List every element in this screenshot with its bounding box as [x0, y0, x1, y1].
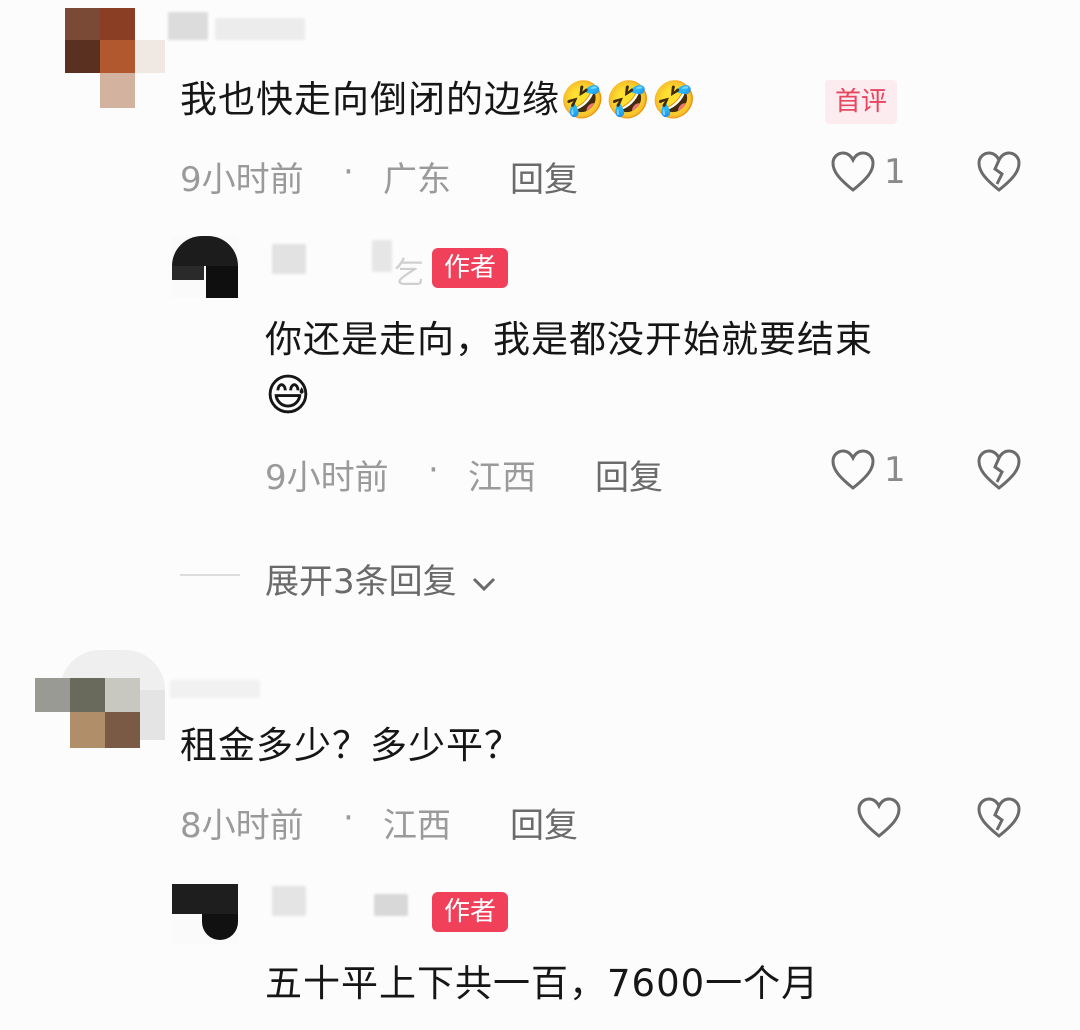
username-fragment[interactable]: 乞 [394, 248, 424, 292]
comment-text: 租金多少？多少平？ [180, 724, 522, 767]
author-avatar[interactable] [172, 236, 238, 298]
author-badge: 作者 [432, 892, 509, 932]
sweat-smile-emoji: 😅 [265, 370, 311, 421]
broken-heart-icon[interactable] [976, 796, 1022, 840]
reply-button[interactable]: 回复 [510, 152, 578, 201]
username-blurred[interactable] [374, 894, 408, 916]
reply-text: 五十平上下共一百，7600一个月 [265, 962, 820, 1005]
like-count: 1 [884, 152, 906, 192]
expand-divider [180, 574, 240, 576]
reply-location: 江西 [468, 458, 536, 498]
comment-time: 9小时前 [180, 160, 304, 200]
chevron-down-icon [473, 577, 496, 591]
heart-outline-icon[interactable] [856, 796, 902, 840]
broken-heart-icon[interactable] [976, 448, 1022, 492]
reply-button[interactable]: 回复 [595, 450, 663, 499]
separator-dot: · [343, 798, 354, 838]
laughing-crying-emoji: 🤣🤣🤣 [560, 80, 698, 121]
author-avatar[interactable] [172, 884, 238, 944]
heart-outline-icon[interactable] [830, 150, 876, 194]
broken-heart-icon[interactable] [976, 150, 1022, 194]
heart-outline-icon[interactable] [830, 448, 876, 492]
comment-text: 我也快走向倒闭的边缘🤣🤣🤣 [180, 78, 698, 121]
username-blurred[interactable] [272, 244, 306, 274]
username-blurred[interactable] [215, 18, 305, 40]
separator-dot: · [428, 450, 439, 490]
author-badge: 作者 [432, 248, 509, 288]
avatar[interactable] [65, 8, 165, 108]
username-blurred[interactable] [168, 12, 208, 40]
like-count: 1 [884, 450, 906, 490]
comment-location: 江西 [383, 806, 451, 846]
reply-button[interactable]: 回复 [510, 798, 578, 847]
username-blurred[interactable] [272, 886, 306, 916]
reply-time: 9小时前 [265, 458, 389, 498]
expand-replies-button[interactable]: 展开3条回复 [265, 554, 497, 603]
comment-location: 广东 [383, 160, 451, 200]
first-comment-badge: 首评 [825, 80, 898, 124]
reply-text: 你还是走向，我是都没开始就要结束 [265, 318, 873, 361]
separator-dot: · [343, 152, 354, 192]
username-blurred[interactable] [170, 680, 260, 698]
comment-time: 8小时前 [180, 806, 304, 846]
avatar[interactable] [35, 650, 165, 750]
username-blurred[interactable] [372, 240, 392, 272]
